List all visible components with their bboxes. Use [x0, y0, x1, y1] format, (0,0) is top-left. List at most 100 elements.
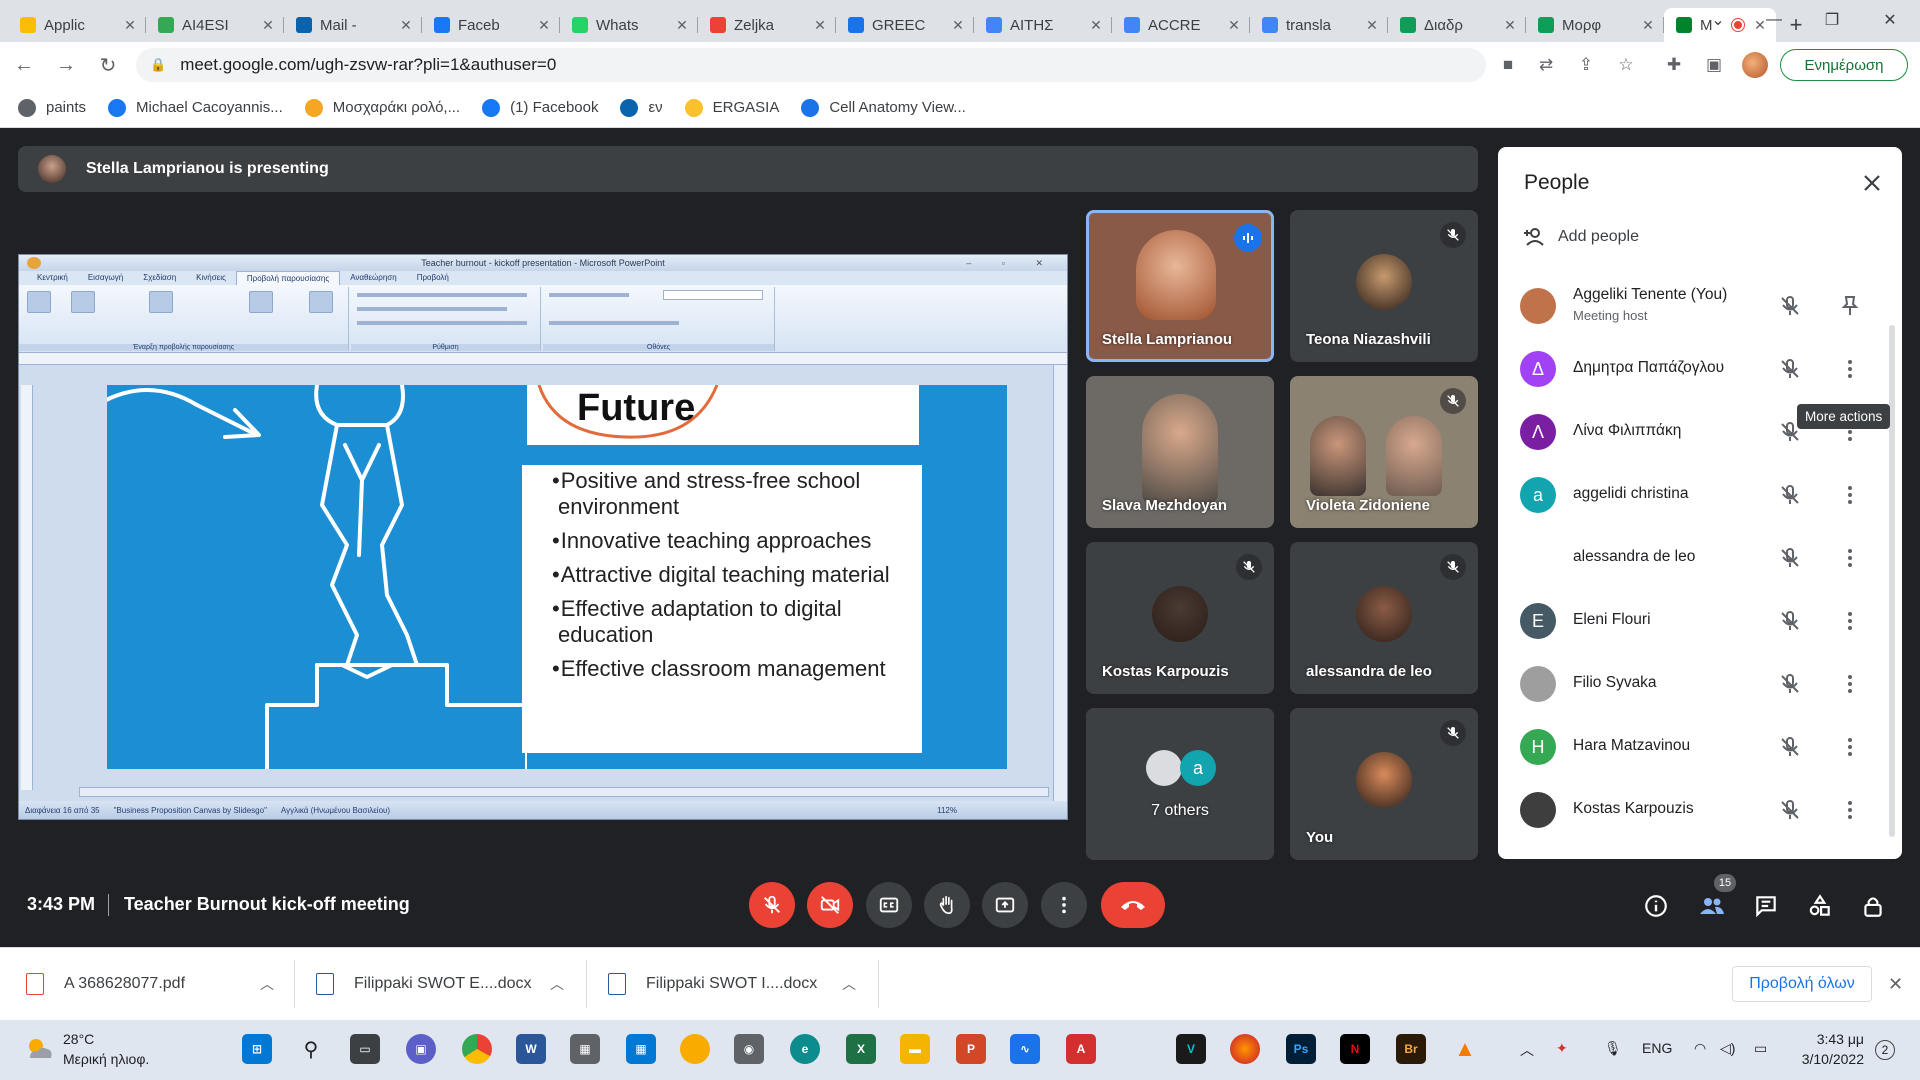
present-screen-button[interactable]	[982, 882, 1028, 928]
camera-app-icon[interactable]: ◉	[734, 1034, 764, 1064]
chevron-up-icon[interactable]: ︿	[260, 974, 274, 994]
excel-icon[interactable]: X	[846, 1034, 876, 1064]
notification-badge[interactable]: 2	[1875, 1040, 1895, 1060]
browser-tab[interactable]: Whats ✕	[560, 8, 698, 42]
close-tab-icon[interactable]: ✕	[260, 17, 276, 34]
update-button[interactable]: Ενημέρωση	[1780, 49, 1908, 81]
participant-row[interactable]: Aggeliki Tenente (You) Meeting host	[1498, 274, 1902, 337]
browser-tab[interactable]: Μορφ ✕	[1526, 8, 1664, 42]
close-tab-icon[interactable]: ✕	[398, 17, 414, 34]
muted-mic-icon[interactable]	[1778, 672, 1802, 696]
vlc-icon[interactable]: ▲	[1450, 1034, 1480, 1064]
more-actions-icon[interactable]	[1838, 357, 1862, 381]
volume-icon[interactable]: ◁)	[1720, 1040, 1735, 1057]
participant-row[interactable]: Filio Syvaka	[1498, 652, 1902, 715]
battery-icon[interactable]: ▭	[1754, 1040, 1767, 1057]
bookmark-item[interactable]: εν	[620, 98, 663, 117]
address-bar[interactable]: 🔒 meet.google.com/ugh-zsvw-rar?pli=1&aut…	[136, 48, 1486, 82]
participant-row[interactable]: alessandra de leo	[1498, 526, 1902, 589]
participant-tile[interactable]: You	[1290, 708, 1478, 860]
participant-row[interactable]: a aggelidi christina	[1498, 463, 1902, 526]
bookmark-item[interactable]: Michael Cacoyannis...	[108, 98, 283, 117]
share-icon[interactable]: ⇪	[1574, 53, 1598, 77]
muted-mic-icon[interactable]	[1778, 546, 1802, 570]
edge-icon[interactable]: e	[790, 1034, 820, 1064]
close-tab-icon[interactable]: ✕	[1226, 17, 1242, 34]
close-icon[interactable]: ✕	[1888, 974, 1903, 995]
pin-icon[interactable]	[1838, 294, 1862, 318]
wifi-icon[interactable]: ◠	[1694, 1040, 1706, 1057]
close-tab-icon[interactable]: ✕	[1088, 17, 1104, 34]
minimize-button[interactable]: —	[1746, 0, 1802, 40]
more-actions-icon[interactable]	[1838, 609, 1862, 633]
close-tab-icon[interactable]: ✕	[1640, 17, 1656, 34]
calculator-icon[interactable]: ▦	[570, 1034, 600, 1064]
camera-toggle-button[interactable]	[807, 882, 853, 928]
chat-button[interactable]	[1752, 892, 1780, 920]
participant-tile[interactable]: Teona Niazashvili	[1290, 210, 1478, 362]
chevron-up-icon[interactable]: ︿	[842, 974, 856, 994]
activities-button[interactable]	[1806, 892, 1834, 920]
back-button[interactable]: ←	[6, 47, 42, 83]
download-item[interactable]: A 368628077.pdf ︿	[26, 960, 276, 1008]
chrome-icon[interactable]	[462, 1034, 492, 1064]
meeting-details-button[interactable]	[1642, 892, 1670, 920]
captions-button[interactable]	[866, 882, 912, 928]
participant-row[interactable]: Kostas Karpouzis	[1498, 778, 1902, 841]
participant-tile[interactable]: Kostas Karpouzis	[1086, 542, 1274, 694]
maximize-button[interactable]: ❐	[1804, 0, 1860, 40]
powerpoint-icon[interactable]: P	[956, 1034, 986, 1064]
muted-mic-icon[interactable]	[1778, 357, 1802, 381]
profile-avatar[interactable]	[1742, 52, 1768, 78]
whiteboard-icon[interactable]: ∿	[1010, 1034, 1040, 1064]
calendar-icon[interactable]: ▦	[626, 1034, 656, 1064]
camera-icon[interactable]: ■	[1496, 53, 1520, 77]
app-v-icon[interactable]: V	[1176, 1034, 1206, 1064]
more-actions-icon[interactable]	[1838, 672, 1862, 696]
bookmark-item[interactable]: ERGASIA	[684, 98, 779, 117]
browser-tab[interactable]: Faceb ✕	[422, 8, 560, 42]
extensions-icon[interactable]: ✚	[1662, 53, 1686, 77]
close-tab-icon[interactable]: ✕	[674, 17, 690, 34]
download-item[interactable]: Filippaki SWOT I....docx ︿	[608, 960, 858, 1008]
bridge-icon[interactable]: Br	[1396, 1034, 1426, 1064]
firefox-icon[interactable]	[1230, 1034, 1260, 1064]
close-tab-icon[interactable]: ✕	[950, 17, 966, 34]
muted-mic-icon[interactable]	[1778, 735, 1802, 759]
partly-sunny-icon[interactable]	[24, 1034, 54, 1064]
add-people-button[interactable]: Add people	[1522, 227, 1639, 247]
browser-tab[interactable]: ACCRE ✕	[1112, 8, 1250, 42]
tray-overflow-icon[interactable]: ︿	[1520, 1040, 1534, 1060]
netflix-icon[interactable]: N	[1340, 1034, 1370, 1064]
close-tab-icon[interactable]: ✕	[1502, 17, 1518, 34]
word-icon[interactable]: W	[516, 1034, 546, 1064]
show-all-downloads-button[interactable]: Προβολή όλων	[1732, 966, 1872, 1002]
participant-tile[interactable]: Violeta Zidoniene	[1290, 376, 1478, 528]
close-tab-icon[interactable]: ✕	[122, 17, 138, 34]
people-panel-scrollbar[interactable]	[1889, 325, 1895, 837]
tab-search-icon[interactable]: ⌄	[1690, 0, 1746, 40]
clock-time[interactable]: 3:43 μμ	[1800, 1031, 1864, 1047]
clock-date[interactable]: 3/10/2022	[1790, 1051, 1864, 1067]
participant-tile[interactable]: Slava Mezhdoyan	[1086, 376, 1274, 528]
file-explorer-icon[interactable]: ▬	[900, 1034, 930, 1064]
participant-row[interactable]: Δ Δημητρα Παπάζογλου	[1498, 337, 1902, 400]
bookmark-item[interactable]: Cell Anatomy View...	[801, 98, 966, 117]
leave-call-button[interactable]	[1101, 882, 1165, 928]
more-actions-icon[interactable]	[1838, 483, 1862, 507]
people-button[interactable]	[1698, 892, 1726, 920]
muted-mic-icon[interactable]	[1778, 609, 1802, 633]
download-item[interactable]: Filippaki SWOT E....docx ︿	[316, 960, 566, 1008]
participant-tile[interactable]: a 7 others	[1086, 708, 1274, 860]
raise-hand-button[interactable]	[924, 882, 970, 928]
browser-tab[interactable]: transla ✕	[1250, 8, 1388, 42]
participant-tile[interactable]: alessandra de leo	[1290, 542, 1478, 694]
forward-button[interactable]: →	[48, 47, 84, 83]
more-actions-icon[interactable]	[1838, 735, 1862, 759]
participant-row[interactable]: E Eleni Flouri	[1498, 589, 1902, 652]
reload-button[interactable]: ↻	[90, 47, 126, 83]
close-window-button[interactable]: ✕	[1862, 0, 1918, 40]
language-indicator[interactable]: ENG	[1642, 1040, 1672, 1056]
close-tab-icon[interactable]: ✕	[1364, 17, 1380, 34]
browser-tab[interactable]: Zeljka ✕	[698, 8, 836, 42]
